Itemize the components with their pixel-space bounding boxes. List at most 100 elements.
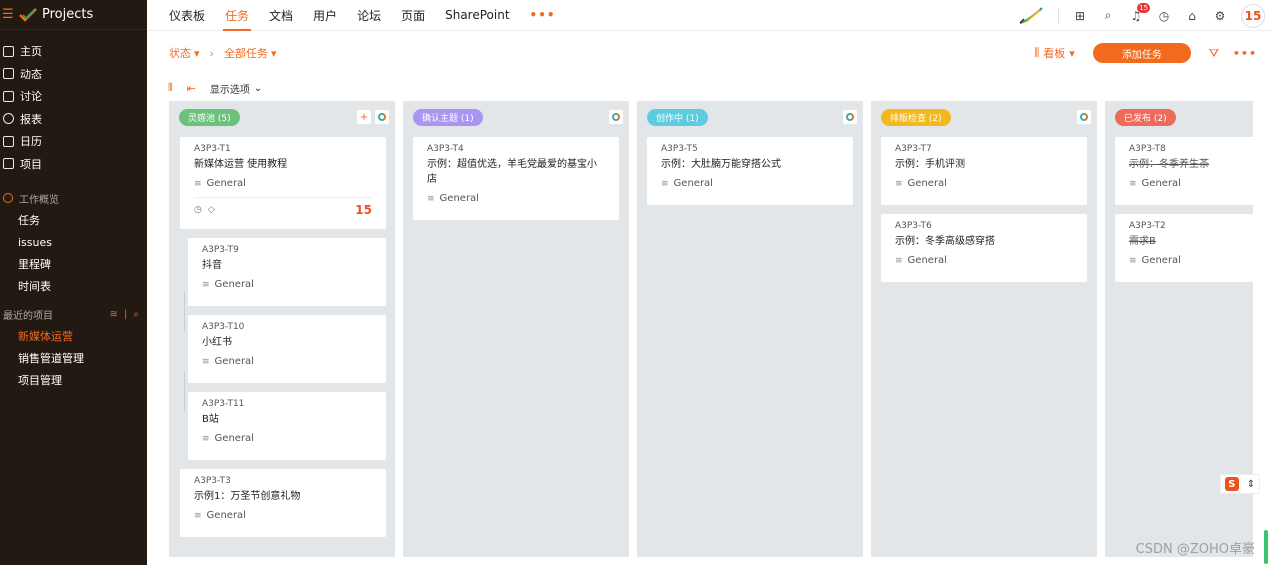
sidebar-item-timesheet[interactable]: 时间表 bbox=[0, 275, 147, 297]
sidebar-item-report[interactable]: 报表 bbox=[0, 108, 147, 131]
store-icon[interactable]: ⌂ bbox=[1185, 9, 1199, 23]
sidebar-item-issues[interactable]: issues bbox=[0, 231, 147, 253]
kanban-board: 灵感池 (5) + A3P3-T1 新媒体运营 使用教程 ≅ General ◷ ◇… bbox=[147, 101, 1253, 565]
task-card[interactable]: A3P3-T2 需求B ≅ General bbox=[1115, 214, 1253, 282]
column-tools bbox=[609, 110, 623, 124]
task-group: ≅ General bbox=[202, 279, 372, 290]
group-icon: ≅ bbox=[202, 279, 210, 290]
sidebar-item-project[interactable]: 项目 bbox=[0, 153, 147, 176]
task-group-label: General bbox=[673, 178, 713, 189]
task-group-label: General bbox=[214, 433, 254, 444]
task-group-label: General bbox=[907, 255, 947, 266]
filter-list-icon[interactable]: ≋ bbox=[110, 309, 118, 320]
tag-icon[interactable]: ◇ bbox=[208, 205, 215, 215]
tab-sharepoint[interactable]: SharePoint bbox=[435, 0, 519, 31]
column-header: 已发布 (2) bbox=[1105, 101, 1253, 133]
more-options-icon[interactable]: ••• bbox=[1233, 47, 1257, 60]
recent-project-item[interactable]: 新媒体运营 bbox=[0, 325, 147, 347]
task-title[interactable]: 示例：超值优选，羊毛党最爱的基宝小店 bbox=[427, 157, 605, 187]
task-card[interactable]: A3P3-T6 示例：冬季高级感穿搭 ≅ General bbox=[881, 214, 1087, 282]
task-id: A3P3-T4 bbox=[427, 144, 464, 154]
task-title[interactable]: 抖音 bbox=[202, 258, 372, 273]
task-title[interactable]: 示例1：万圣节创意礼物 bbox=[194, 489, 372, 504]
menu-icon[interactable]: ☰ bbox=[2, 7, 14, 22]
column-status-pill[interactable]: 确认主题 (1) bbox=[413, 108, 483, 126]
tab-tasks[interactable]: 任务 bbox=[215, 0, 259, 31]
search-icon[interactable]: ⌕ bbox=[133, 309, 139, 320]
status-filter[interactable]: 状态 ▾ bbox=[169, 45, 200, 61]
task-card[interactable]: A3P3-T10 小红书 ≅ General bbox=[188, 315, 386, 383]
task-card[interactable]: A3P3-T7 示例：手机评测 ≅ General bbox=[881, 137, 1087, 205]
task-card[interactable]: A3P3-T9 抖音 ≅ General bbox=[188, 238, 386, 306]
column-status-pill[interactable]: 创作中 (1) bbox=[647, 108, 708, 126]
add-icon[interactable]: + bbox=[357, 110, 371, 124]
sidebar-item-discussion[interactable]: 讨论 bbox=[0, 85, 147, 108]
card-footer-icons: ◷ ◇ bbox=[194, 205, 215, 215]
expand-columns-icon[interactable]: ⫴ bbox=[168, 81, 173, 95]
tab-dashboard[interactable]: 仪表板 bbox=[159, 0, 215, 31]
task-group-label: General bbox=[206, 510, 246, 521]
tab-more-icon[interactable]: ••• bbox=[520, 0, 566, 31]
column-status-pill[interactable]: 排版检查 (2) bbox=[881, 108, 951, 126]
sort-icon[interactable]: ⇕ bbox=[1247, 479, 1255, 490]
tab-forum[interactable]: 论坛 bbox=[347, 0, 391, 31]
recent-project-item[interactable]: 销售管道管理 bbox=[0, 347, 147, 369]
refresh-icon[interactable] bbox=[609, 110, 623, 124]
task-title[interactable]: 示例：手机评测 bbox=[895, 157, 1073, 172]
gear-icon[interactable]: ⚙ bbox=[1213, 9, 1227, 23]
search-icon[interactable]: ⌕ bbox=[1101, 8, 1115, 23]
task-card[interactable]: A3P3-T4 示例：超值优选，羊毛党最爱的基宝小店 ≅ General bbox=[413, 137, 619, 220]
all-tasks-filter[interactable]: 全部任务 ▾ bbox=[224, 45, 277, 61]
sidebar-item-feed[interactable]: 动态 bbox=[0, 63, 147, 86]
avatar[interactable]: 15 bbox=[355, 203, 372, 217]
refresh-icon[interactable] bbox=[843, 110, 857, 124]
board-toolbar: ⫴ ⇤ 显示选项 ⌄ bbox=[147, 77, 1271, 99]
floating-widget[interactable]: S ⇕ bbox=[1220, 474, 1260, 494]
view-selector[interactable]: ⫼ 看板 ▾ bbox=[1034, 45, 1075, 61]
task-title[interactable]: 示例：冬季养生茶 bbox=[1129, 157, 1253, 172]
tab-users[interactable]: 用户 bbox=[303, 0, 347, 31]
collapse-columns-icon[interactable]: ⇤ bbox=[187, 82, 196, 95]
scrollbar[interactable] bbox=[1264, 530, 1268, 564]
sidebar-item-tasks[interactable]: 任务 bbox=[0, 209, 147, 231]
sidebar-item-calendar[interactable]: 日历 bbox=[0, 130, 147, 153]
task-group-label: General bbox=[907, 178, 947, 189]
bell-icon[interactable]: ♫ 15 bbox=[1129, 2, 1150, 23]
task-card[interactable]: A3P3-T11 B站 ≅ General bbox=[188, 392, 386, 460]
filter-icon[interactable]: ⛛ bbox=[1209, 46, 1219, 61]
sidebar-item-home[interactable]: 主页 bbox=[0, 40, 147, 63]
report-icon bbox=[3, 113, 14, 125]
caret-down-icon: ⌄ bbox=[253, 82, 263, 94]
task-card[interactable]: A3P3-T5 示例：大肚腩万能穿搭公式 ≅ General bbox=[647, 137, 853, 205]
avatar[interactable]: 15 bbox=[1241, 3, 1265, 28]
display-options-dropdown[interactable]: 显示选项 ⌄ bbox=[210, 81, 262, 96]
sidebar-item-label: 主页 bbox=[20, 45, 42, 59]
timer-icon[interactable]: ◷ bbox=[1157, 9, 1171, 23]
app-brand[interactable]: Projects bbox=[42, 7, 93, 22]
task-title[interactable]: 新媒体运营 使用教程 bbox=[194, 157, 372, 172]
column-status-pill[interactable]: 已发布 (2) bbox=[1115, 108, 1176, 126]
add-task-button[interactable]: 添加任务 bbox=[1092, 43, 1191, 63]
board-column: 排版检查 (2) A3P3-T7 示例：手机评测 ≅ General A3P3-T… bbox=[871, 101, 1097, 557]
task-card[interactable]: A3P3-T3 示例1：万圣节创意礼物 ≅ General bbox=[180, 469, 386, 537]
task-id: A3P3-T1 bbox=[194, 144, 231, 154]
refresh-icon[interactable] bbox=[375, 110, 389, 124]
task-title[interactable]: 示例：冬季高级感穿搭 bbox=[895, 234, 1073, 249]
sidebar-item-milestones[interactable]: 里程碑 bbox=[0, 253, 147, 275]
subtask-connector bbox=[184, 291, 185, 331]
add-icon[interactable]: ⊞ bbox=[1073, 9, 1087, 23]
timer-icon[interactable]: ◷ bbox=[194, 205, 202, 215]
task-title[interactable]: 小红书 bbox=[202, 335, 372, 350]
tab-documents[interactable]: 文档 bbox=[259, 0, 303, 31]
task-id: A3P3-T7 bbox=[895, 144, 932, 154]
refresh-icon[interactable] bbox=[1077, 110, 1091, 124]
task-title[interactable]: 示例：大肚腩万能穿搭公式 bbox=[661, 157, 839, 172]
task-card[interactable]: A3P3-T8 示例：冬季养生茶 ≅ General bbox=[1115, 137, 1253, 205]
task-title[interactable]: B站 bbox=[202, 412, 372, 427]
tab-pages[interactable]: 页面 bbox=[391, 0, 435, 31]
task-group: ≅ General bbox=[202, 356, 372, 367]
column-status-pill[interactable]: 灵感池 (5) bbox=[179, 108, 240, 126]
task-title[interactable]: 需求B bbox=[1129, 234, 1253, 249]
recent-project-item[interactable]: 项目管理 bbox=[0, 369, 147, 391]
task-card[interactable]: A3P3-T1 新媒体运营 使用教程 ≅ General ◷ ◇ 15 bbox=[180, 137, 386, 229]
